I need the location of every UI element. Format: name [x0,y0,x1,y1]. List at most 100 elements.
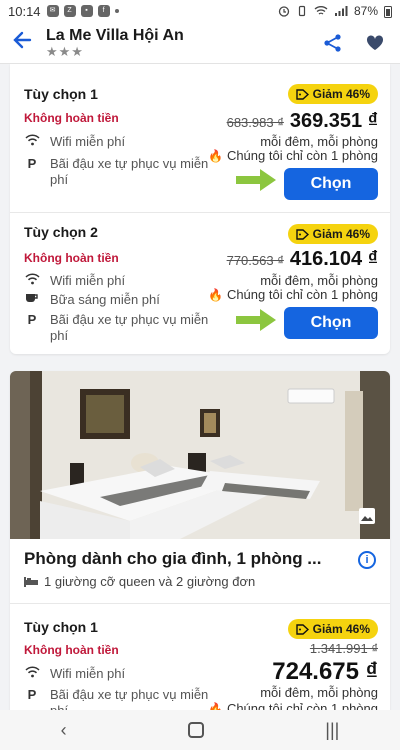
battery-level: 87% [353,4,378,18]
hotel-name: La Me Villa Hội An [46,26,184,44]
availability-text: Chúng tôi chỉ còn 1 phòng [226,701,378,710]
zalo-icon: Z [63,5,76,17]
hotel-title-block: La Me Villa Hội An ★★★ [46,27,304,59]
tag-icon [295,623,309,635]
nav-back-icon[interactable]: ‹ [61,720,67,741]
non-refundable-label: Không hoàn tiền [24,643,119,657]
bed-description: 1 giường cỡ queen và 2 giường đơn [44,574,256,589]
gallery-icon[interactable] [358,507,376,525]
feature-text: Bãi đậu xe tự phục vụ miễn phí [50,687,209,710]
non-refundable-label: Không hoàn tiền [24,251,119,265]
discounted-price: 724.675 ₫ [272,658,378,685]
coffee-icon [24,292,40,308]
wifi-icon [24,273,40,289]
discounted-price: 369.351 ₫ [289,110,378,132]
dot-icon [114,9,119,13]
parking-icon: P [27,687,37,702]
parking-icon: P [27,312,37,327]
wifi-icon [24,134,40,150]
availability-message: 🔥 Chúng tôi chỉ còn 1 phòng [208,148,378,163]
room-photo[interactable] [10,371,390,539]
discount-text: Giảm 46% [312,622,370,636]
tag-icon [295,228,309,240]
room-image [10,371,390,539]
star-rating: ★★★ [46,43,84,59]
discount-text: Giảm 46% [312,87,370,101]
facebook-icon: f [97,5,110,17]
app-bar: La Me Villa Hội An ★★★ [0,22,400,64]
feature-wifi: Wifi miễn phí [24,134,214,150]
discount-badge: Giảm 46% [287,224,378,244]
signal-icon [334,6,348,16]
info-icon[interactable]: i [358,551,376,569]
price-unit: mỗi đêm, mỗi phòng [260,685,378,700]
price-row-main: 724.675 ₫ [272,658,378,686]
availability-message: 🔥 Chúng tôi chỉ còn 1 phòng [208,287,378,302]
fire-icon: 🔥 [207,701,223,711]
divider [10,603,390,604]
fire-icon: 🔥 [207,148,223,163]
nav-home-icon[interactable] [187,722,204,738]
discount-badge: Giảm 46% [287,619,378,639]
vibrate-icon [298,5,306,17]
availability-text: Chúng tôi chỉ còn 1 phòng [226,148,378,163]
bed-icon [24,576,38,587]
option-title: Tùy chọn 1 [24,619,98,635]
arrow-pointer-icon [236,169,276,191]
feature-breakfast: Bữa sáng miễn phí [24,292,214,308]
feature-parking: P Bãi đậu xe tự phục vụ miễn phí [24,312,214,344]
availability-message: 🔥 Chúng tôi chỉ còn 1 phòng [208,701,378,710]
discount-badge: Giảm 46% [287,84,378,104]
room-card: Phòng dành cho gia đình, 1 phòng ... i 1… [10,371,390,710]
price-row: 1.341.991 ₫ [310,641,378,656]
select-button[interactable]: Chọn [284,307,378,339]
original-price: 1.341.991 ₫ [309,641,378,656]
arrow-pointer-icon [236,309,276,331]
feature-parking: P Bãi đậu xe tự phục vụ miễn phí [24,156,214,188]
option-title: Tùy chọn 2 [24,224,98,240]
feature-text: Wifi miễn phí [50,273,126,288]
feature-text: Bãi đậu xe tự phục vụ miễn phí [50,156,209,187]
alarm-icon [278,6,290,17]
status-bar: 10:14 ✉ Z ▪ f 87% [0,0,400,22]
price-row: 770.563 ₫ 416.104 ₫ [227,248,378,271]
notification-icons: ✉ Z ▪ f [46,5,119,17]
parking-icon: P [27,156,37,171]
wifi-status-icon [314,6,328,15]
feature-parking: P Bãi đậu xe tự phục vụ miễn phí [24,687,214,710]
rate-options-card: Tùy chọn 1 Giảm 46% Không hoàn tiền Wifi… [10,64,390,354]
original-price: 683.983 ₫ [226,115,284,130]
bed-info: 1 giường cỡ queen và 2 giường đơn [24,574,255,589]
price-unit: mỗi đêm, mỗi phòng [260,273,378,288]
non-refundable-label: Không hoàn tiền [24,111,119,125]
tag-icon [295,88,309,100]
divider [10,212,390,213]
feature-wifi: Wifi miễn phí [24,273,214,289]
room-title[interactable]: Phòng dành cho gia đình, 1 phòng ... [24,549,321,569]
status-time: 10:14 [8,3,41,19]
discount-text: Giảm 46% [312,227,370,241]
option-title: Tùy chọn 1 [24,86,98,102]
price-row: 683.983 ₫ 369.351 ₫ [227,110,378,133]
nav-recents-icon[interactable]: ||| [325,720,339,741]
mail-icon: ✉ [46,5,59,17]
feature-text: Wifi miễn phí [50,666,126,681]
select-button[interactable]: Chọn [284,168,378,200]
discounted-price: 416.104 ₫ [289,248,378,270]
feature-text: Bãi đậu xe tự phục vụ miễn phí [50,312,209,343]
availability-text: Chúng tôi chỉ còn 1 phòng [226,287,378,302]
fire-icon: 🔥 [207,287,223,302]
original-price: 770.563 ₫ [226,253,284,268]
feature-text: Bữa sáng miễn phí [50,292,160,307]
message-icon: ▪ [80,5,93,17]
favorite-heart-icon[interactable] [362,30,388,56]
price-unit: mỗi đêm, mỗi phòng [260,134,378,149]
system-navigation-bar: ‹ ||| [0,710,400,750]
battery-icon [384,5,392,18]
feature-text: Wifi miễn phí [50,134,126,149]
feature-wifi: Wifi miễn phí [24,666,214,682]
wifi-icon [24,666,40,682]
scroll-content[interactable]: Tùy chọn 1 Giảm 46% Không hoàn tiền Wifi… [0,64,400,710]
back-arrow-icon[interactable] [12,30,32,55]
share-icon[interactable] [320,30,346,56]
